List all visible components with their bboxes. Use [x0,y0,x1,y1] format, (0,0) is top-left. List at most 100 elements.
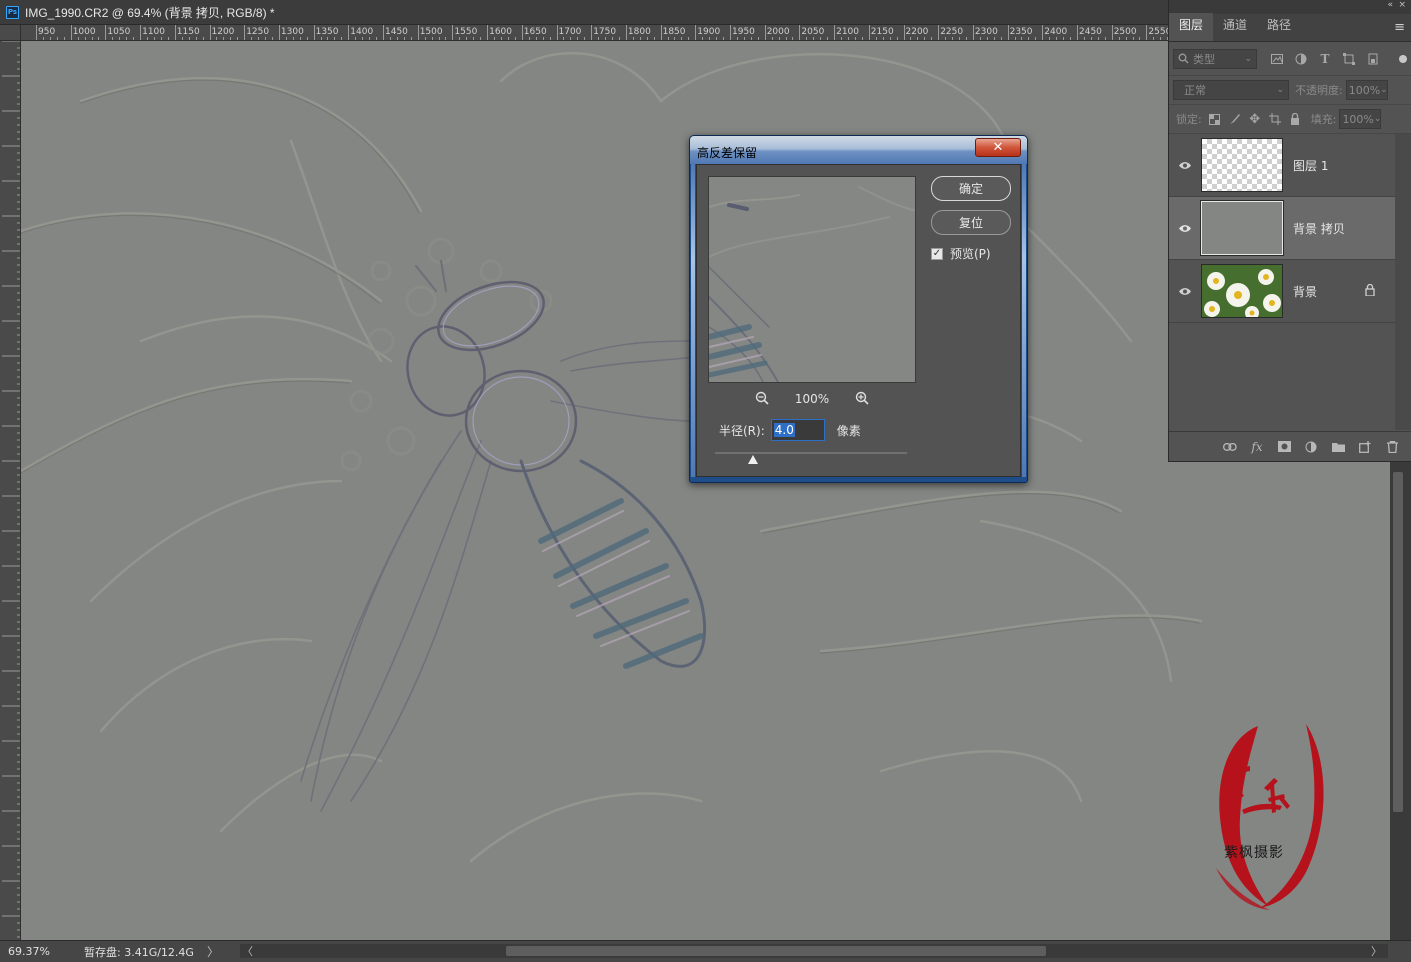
preview-checkbox[interactable]: ✓ 预览(P) [931,245,991,262]
reset-button[interactable]: 复位 [931,210,1011,235]
ruler-tick-label: 2500 [1113,27,1137,37]
ruler-minor-tick [334,37,336,40]
ruler-minor-tick [126,37,128,40]
ruler-major-tick [313,25,315,40]
scroll-left-arrow-icon[interactable]: 〈 [242,943,253,959]
fx-icon[interactable]: fx [1248,437,1266,457]
zoom-in-icon[interactable] [855,391,869,408]
dialog-close-button[interactable]: ✕ [975,138,1021,157]
fill-label: 填充: [1310,113,1337,126]
adjustment-icon[interactable] [1302,437,1320,457]
ruler-tick-label: 1900 [697,27,721,37]
smart-object-filter-icon[interactable] [1363,49,1383,69]
zoom-level[interactable]: 69.37% [0,945,64,958]
ruler-minor-tick [147,37,149,40]
link-icon[interactable] [1221,437,1239,457]
ruler-minor-tick [820,37,822,40]
ruler-major-tick [625,25,627,40]
eye-icon[interactable] [1169,224,1201,233]
ruler-minor-tick [369,37,371,40]
status-menu-arrow[interactable]: 〉 [204,943,222,960]
ruler-minor-tick [1014,37,1016,40]
layers-panel-scrollbar[interactable] [1395,134,1411,430]
lock-transparent-icon[interactable] [1205,109,1225,129]
layer-row-background[interactable]: 背景 [1169,260,1395,323]
ruler-minor-tick [688,37,690,40]
panel-menu-icon[interactable]: ≡ [1394,20,1405,35]
ruler-minor-tick [854,37,856,40]
type-filter-icon[interactable]: T [1315,49,1335,69]
ruler-minor-tick [986,37,988,40]
ruler-tick-label: 2450 [1079,27,1102,37]
tab-paths[interactable]: 路径 [1257,13,1301,41]
ruler-minor-tick [480,37,482,40]
zoom-out-icon[interactable] [755,391,769,408]
ruler-major-tick [70,25,72,40]
vertical-ruler[interactable] [0,25,21,940]
horizontal-scrollbar-thumb[interactable] [506,946,1046,956]
opacity-input[interactable]: 100% ⌄ [1345,80,1388,100]
scratch-disk-info: 暂存盘: 3.41G/12.4G [84,945,194,959]
ruler-major-tick [487,25,489,40]
pixel-filter-icon[interactable] [1267,49,1287,69]
blend-mode-dropdown[interactable]: 正常 ⌄ [1173,80,1289,100]
ruler-minor-tick [271,37,273,40]
layer-row-background-copy[interactable]: 背景 拷贝 [1169,197,1395,260]
trash-icon[interactable] [1383,437,1401,457]
tab-layers[interactable]: 图层 [1169,13,1214,41]
lock-brush-icon[interactable] [1225,109,1245,129]
ok-button[interactable]: 确定 [931,176,1011,201]
ruler-minor-tick [1000,37,1002,40]
tab-channels[interactable]: 通道 [1213,13,1257,41]
preview-zoom-row: 100% [708,389,916,409]
ruler-minor-tick [681,37,683,40]
ruler-minor-tick [959,37,961,40]
ruler-minor-tick [299,37,301,40]
dialog-titlebar[interactable]: 高反差保留 ✕ [690,136,1027,164]
eye-icon[interactable] [1169,287,1201,296]
ruler-minor-tick [813,37,815,40]
fill-input[interactable]: 100% ⌄ [1339,109,1382,129]
ruler-minor-tick [202,37,204,40]
ruler-minor-tick [882,37,884,40]
radius-slider[interactable] [715,451,907,464]
filter-preview[interactable] [708,176,916,383]
eye-icon[interactable] [1169,161,1201,170]
adjustment-filter-icon[interactable] [1291,49,1311,69]
checkmark-icon[interactable]: ✓ [931,247,943,260]
collapse-panel-icon[interactable]: « [1387,0,1393,10]
ruler-minor-tick [598,37,600,40]
ruler-tick-label: 1850 [662,27,686,37]
new-layer-icon[interactable] [1356,437,1374,457]
lock-artboard-icon[interactable] [1265,109,1285,129]
document-tab[interactable]: Ps IMG_1990.CR2 @ 69.4% (背景 拷贝, RGB/8) * [0,0,1168,25]
ruler-origin[interactable] [0,25,21,41]
vertical-scrollbar-thumb[interactable] [1393,472,1403,812]
horizontal-ruler[interactable]: 950 1000 1050 1100 1150 1200 1250 1300 1350 1400 1… [21,25,1168,41]
layer-row-layer1[interactable]: 图层 1 [1169,134,1395,197]
ruler-major-tick [1146,25,1148,40]
radius-input[interactable]: 4.0 [770,419,825,441]
folder-icon[interactable] [1329,437,1347,457]
ruler-minor-tick [167,37,169,40]
filter-toggle[interactable] [1399,54,1407,63]
scroll-right-arrow-icon[interactable]: 〉 [1371,943,1382,959]
radius-slider-track[interactable] [715,452,907,454]
chevron-down-icon: ⌄ [1244,53,1252,64]
close-panel-icon[interactable]: × [1398,0,1406,10]
ruler-minor-tick [702,37,704,40]
ruler-minor-tick [1083,37,1085,40]
ruler-major-tick [868,25,870,40]
ruler-minor-tick [500,37,502,40]
horizontal-scrollbar[interactable]: 〈 〉 [240,944,1388,958]
mask-icon[interactable] [1275,437,1293,457]
ruler-minor-tick [494,37,496,40]
ruler-major-tick [1007,25,1009,40]
lock-move-icon[interactable]: ✥ [1245,109,1265,129]
layer-filter-dropdown[interactable]: 类型 ⌄ [1173,48,1257,69]
radius-slider-handle[interactable] [748,455,759,464]
shape-filter-icon[interactable] [1339,49,1359,69]
lock-all-icon[interactable] [1285,109,1305,129]
vertical-scrollbar[interactable] [1390,462,1411,940]
ruler-tick-label: 2200 [905,27,929,37]
